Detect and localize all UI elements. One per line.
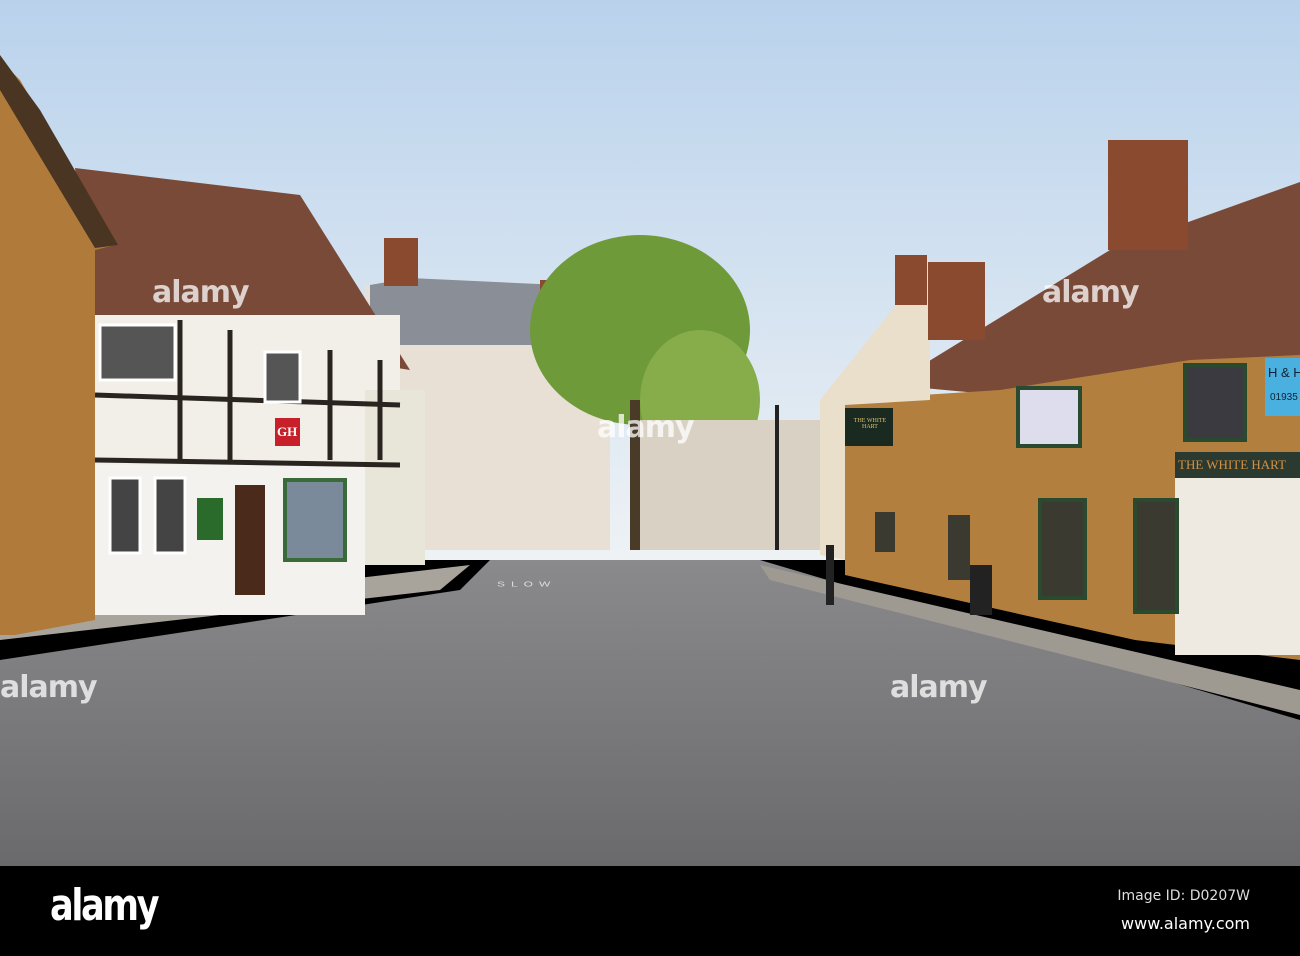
window: [153, 476, 187, 555]
window: [948, 515, 970, 580]
site-url: www.alamy.com: [1121, 914, 1250, 933]
shop-sign-text: H & H: [1268, 365, 1300, 380]
window: [108, 476, 142, 555]
window: [1133, 498, 1179, 614]
window: [1016, 386, 1082, 448]
window: [875, 512, 895, 552]
shop-window: [283, 478, 347, 562]
window: [98, 323, 177, 382]
watermark: alamy: [1042, 275, 1140, 310]
shop-sign-phone: 01935 &: [1270, 392, 1300, 403]
window: [1183, 363, 1247, 442]
road-marking: SLOW: [497, 579, 557, 589]
footer-bar: alamy Image ID: D0207W www.alamy.com: [0, 866, 1300, 956]
door: [235, 485, 265, 595]
chimney: [384, 238, 418, 286]
image-id: Image ID: D0207W: [1117, 888, 1250, 904]
pub-shopfront: [1175, 460, 1300, 655]
watermark: alamy: [890, 670, 988, 705]
chimney: [895, 255, 927, 305]
chimney: [1108, 140, 1188, 250]
watermark: alamy: [597, 410, 695, 445]
street-photo: THE WHITE HART THE WHITE HART H & H 0193…: [0, 0, 1300, 866]
watermark: alamy: [152, 275, 250, 310]
pub-sign-text: THE WHITE HART: [1178, 457, 1287, 472]
hanging-sign-text: THE WHITE HART: [853, 418, 887, 430]
window: [263, 350, 302, 404]
estate-agent-logo: GH: [277, 424, 298, 439]
lamp-post: [775, 405, 779, 550]
bollard: [826, 545, 834, 605]
watermark: alamy: [0, 670, 98, 705]
estate-agent-board: [197, 498, 223, 540]
alamy-logo: alamy: [50, 880, 160, 931]
a-board: [970, 565, 992, 615]
window: [1038, 498, 1087, 600]
side-shop: [365, 390, 425, 565]
chimney: [928, 262, 985, 340]
